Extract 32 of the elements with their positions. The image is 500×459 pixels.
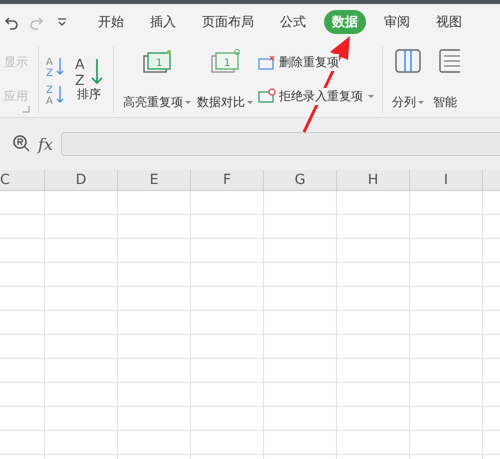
menu-tab[interactable]: 公式 — [272, 10, 314, 34]
menu-tab[interactable]: 插入 — [142, 10, 184, 34]
zoom-icon[interactable] — [12, 134, 32, 154]
caret-icon[interactable] — [418, 101, 424, 104]
reject-duplicates-icon[interactable] — [258, 88, 276, 104]
ribbon-button[interactable]: 1 数据对比 — [194, 46, 256, 113]
column-header[interactable]: C — [0, 170, 45, 190]
dropdown-icon[interactable] — [56, 16, 68, 28]
menu-tab[interactable]: 视图 — [428, 10, 470, 34]
formula-input[interactable] — [60, 132, 500, 156]
ribbon-button[interactable]: 删除重复项 — [256, 53, 376, 72]
column-header[interactable]: F — [191, 170, 264, 190]
column-header[interactable]: H — [337, 170, 410, 190]
menu-tab[interactable]: 页面布局 — [194, 10, 262, 34]
split-button[interactable]: 分列 — [389, 46, 427, 113]
column-header[interactable]: D — [45, 170, 118, 190]
menu-tab[interactable]: 审阅 — [376, 10, 418, 34]
dialog-launcher-icon[interactable] — [23, 106, 30, 113]
delete-duplicates-icon[interactable] — [258, 54, 276, 71]
caret-icon[interactable] — [185, 101, 191, 104]
sort-button[interactable]: A Z 排序 — [71, 54, 107, 105]
ribbon-button[interactable]: 智能 — [427, 46, 460, 113]
ribbon-button[interactable]: 1 高亮重复项 — [120, 46, 194, 113]
columns-icon[interactable] — [393, 48, 423, 74]
cell-grid[interactable] — [0, 191, 500, 459]
function-label: fx — [38, 134, 53, 154]
caret-icon[interactable] — [368, 94, 374, 98]
column-header[interactable]: I — [410, 170, 483, 190]
column-header[interactable]: G — [264, 170, 337, 190]
menu-tab[interactable]: 开始 — [90, 10, 132, 34]
column-header[interactable]: E — [118, 170, 191, 190]
caret-icon[interactable] — [247, 101, 253, 104]
